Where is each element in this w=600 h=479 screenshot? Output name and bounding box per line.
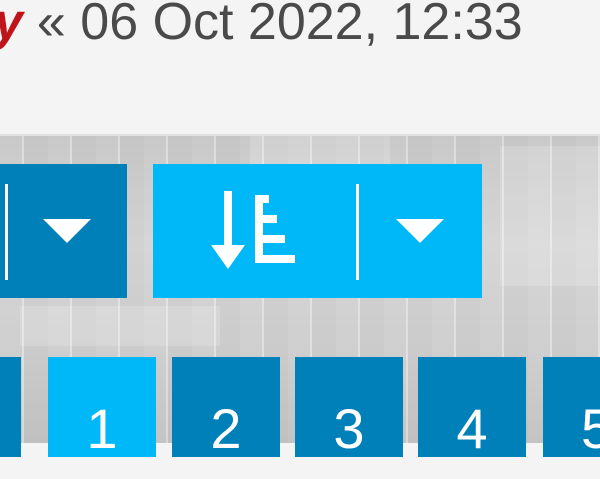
caret-down-icon	[42, 219, 91, 243]
caret-down-icon	[396, 219, 444, 243]
date-prefix: «	[36, 0, 66, 51]
page-button-1[interactable]: 1	[48, 357, 156, 460]
page-number: 3	[333, 397, 365, 460]
post-header: y « 06 Oct 2022, 12:33	[0, 0, 600, 136]
background-texture	[20, 306, 220, 346]
author-name-fragment[interactable]: y	[0, 0, 23, 58]
page-number: 2	[210, 397, 242, 460]
page-button-5[interactable]: 5	[543, 357, 600, 457]
post-meta-line: y « 06 Oct 2022, 12:33	[0, 0, 523, 58]
page-button-2[interactable]: 2	[172, 357, 280, 460]
post-date: 06 Oct 2022, 12:33	[80, 0, 523, 51]
page-button-3[interactable]: 3	[295, 357, 403, 460]
sort-descending-icon	[210, 191, 295, 269]
page-number: 1	[86, 397, 118, 460]
view-split-button-dropdown[interactable]	[8, 164, 125, 298]
sort-split-button-dropdown[interactable]	[358, 164, 482, 298]
page-button-prev[interactable]	[0, 357, 21, 457]
view-split-button[interactable]	[0, 164, 127, 298]
page-button-4[interactable]: 4	[418, 357, 526, 460]
sort-split-button-main[interactable]	[153, 164, 359, 298]
sort-split-button[interactable]	[153, 164, 482, 298]
page-number: 4	[456, 397, 488, 460]
page-number: 5	[581, 397, 600, 457]
background-texture	[500, 146, 600, 286]
